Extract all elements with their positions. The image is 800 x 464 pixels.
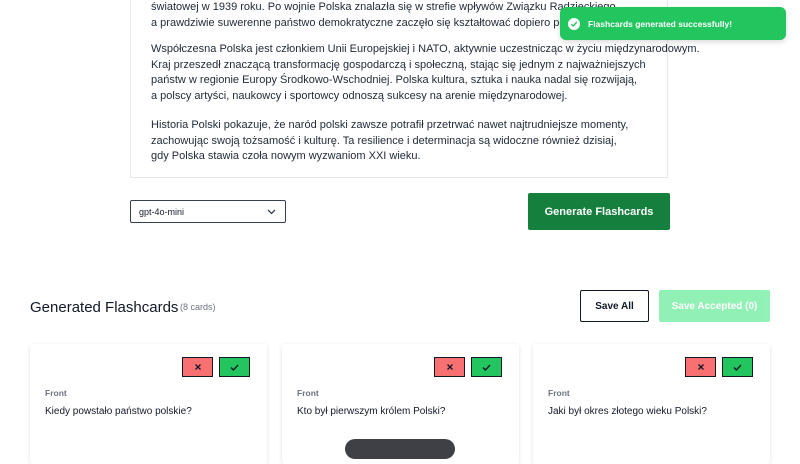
section-title: Generated Flashcards (30, 299, 179, 316)
text-line: zachowując swoją tożsamość i kulturę. Ta… (151, 134, 617, 147)
front-label: Front (548, 388, 570, 398)
success-toast[interactable]: Flashcards generated successfully! (560, 7, 786, 40)
text-line: Historia Polski pokazuje, że naród polsk… (151, 119, 629, 131)
text-line: a prawdziwie suwerenne państwo demokraty… (151, 16, 621, 29)
text-paragraph: Historia Polski pokazuje, że naród polsk… (151, 118, 628, 165)
check-icon (733, 358, 742, 376)
floating-toolbar[interactable] (345, 439, 455, 459)
flashcard: Front Jaki był okres złotego wieku Polsk… (533, 344, 770, 464)
accept-button[interactable] (471, 357, 502, 377)
front-label: Front (297, 388, 319, 398)
close-icon (194, 358, 202, 376)
accept-button[interactable] (722, 357, 753, 377)
text-line: Współczesna Polska jest członkiem Unii E… (151, 43, 700, 55)
text-line: a polscy artyści, naukowcy i sportowcy o… (151, 89, 568, 102)
text-paragraph: Współczesna Polska jest członkiem Unii E… (151, 42, 700, 104)
reject-button[interactable] (182, 357, 213, 377)
card-question: Kto był pierwszym królem Polski? (297, 406, 446, 417)
save-all-button[interactable]: Save All (580, 290, 649, 322)
text-paragraph: światowej w 1939 roku. Po wojnie Polska … (151, 0, 621, 31)
check-icon (230, 358, 239, 376)
front-label: Front (45, 388, 67, 398)
close-icon (446, 358, 454, 376)
check-icon (482, 358, 491, 376)
card-question: Jaki był okres złotego wieku Polski? (548, 406, 707, 417)
card-count: (8 cards) (180, 302, 216, 312)
text-line: gdy Polska stawia czoła nowym wyzwaniom … (151, 150, 421, 162)
reject-button[interactable] (434, 357, 465, 377)
check-circle-icon (568, 17, 580, 30)
text-line: państw w regionie Europy Środkowo-Wschod… (151, 74, 638, 86)
model-select[interactable]: gpt-4o-mini (130, 200, 286, 223)
generate-flashcards-button[interactable]: Generate Flashcards (528, 193, 670, 230)
card-question: Kiedy powstało państwo polskie? (45, 406, 192, 417)
chevron-down-icon (267, 207, 276, 217)
accept-button[interactable] (219, 357, 250, 377)
flashcard: Front Kiedy powstało państwo polskie? (30, 344, 267, 464)
text-line: Kraj przeszedł znaczącą transformację go… (151, 58, 646, 71)
reject-button[interactable] (685, 357, 716, 377)
model-select-value: gpt-4o-mini (139, 206, 185, 217)
text-line: światowej w 1939 roku. Po wojnie Polska … (151, 1, 619, 13)
save-accepted-button[interactable]: Save Accepted (0) (659, 290, 770, 322)
toast-message: Flashcards generated successfully! (588, 18, 733, 29)
close-icon (697, 358, 705, 376)
